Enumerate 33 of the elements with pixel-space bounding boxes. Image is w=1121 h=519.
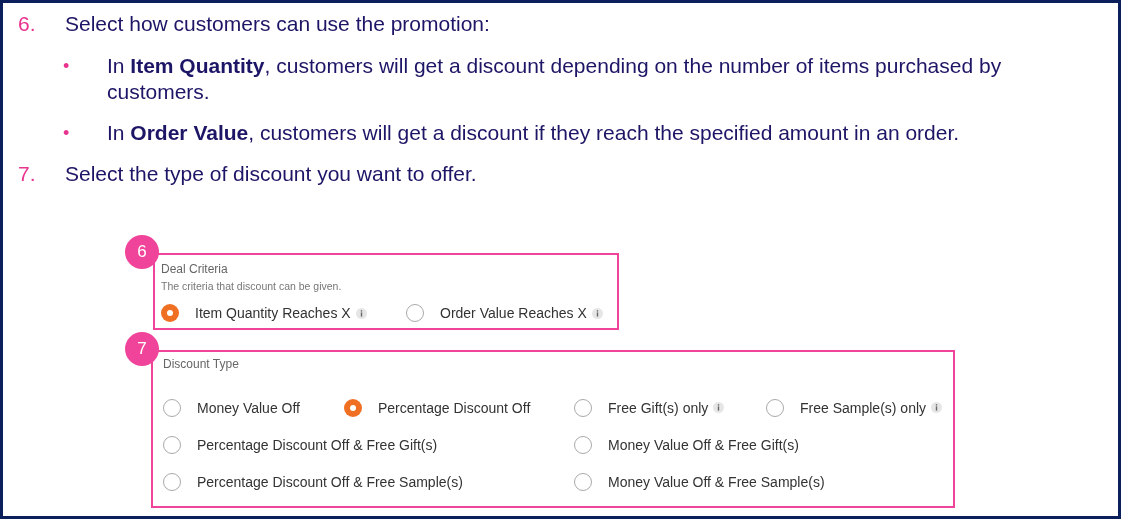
option-label[interactable]: Percentage Discount Off & Free Sample(s) — [197, 473, 463, 490]
step-number: 6. — [18, 11, 37, 37]
option-label[interactable]: Free Gift(s) only — [608, 399, 709, 416]
option-label[interactable]: Money Value Off — [197, 399, 300, 416]
option-label[interactable]: Free Sample(s) only — [800, 399, 927, 416]
step-badge: 7 — [125, 332, 159, 366]
option-label[interactable]: Percentage Discount Off — [378, 399, 531, 416]
bullet-text: In Order Value, customers will get a discount if they reach the specified amount in an order. — [107, 120, 960, 146]
option-label[interactable]: Percentage Discount Off & Free Gift(s) — [197, 436, 438, 453]
radio-button[interactable] — [163, 472, 181, 491]
radio-button[interactable] — [163, 435, 181, 454]
bullet: • — [63, 122, 71, 145]
option-label[interactable]: Money Value Off & Free Gift(s) — [608, 436, 799, 453]
radio-button[interactable] — [406, 304, 424, 322]
bullet-text: In Item Quantity, customers will get a discount depending on the number of items purchased by customers. — [107, 53, 1003, 105]
step-badge: 6 — [125, 235, 159, 269]
radio-button[interactable] — [344, 398, 362, 417]
section-title: Discount Type — [163, 356, 240, 372]
option-label[interactable]: Item Quantity Reaches X — [195, 305, 351, 321]
radio-button[interactable] — [161, 304, 179, 322]
radio-button[interactable] — [574, 398, 592, 417]
option-label[interactable]: Order Value Reaches X — [440, 305, 587, 321]
radio-button[interactable] — [163, 398, 181, 417]
radio-button[interactable] — [574, 435, 592, 454]
step-number: 7. — [18, 161, 37, 187]
section-subtitle: The criteria that discount can be given. — [161, 279, 343, 293]
option-label[interactable]: Money Value Off & Free Sample(s) — [608, 473, 825, 490]
step-text: Select how customers can use the promotion: — [65, 11, 490, 37]
radio-button[interactable] — [574, 472, 592, 491]
bullet: • — [63, 55, 71, 78]
section-title: Deal Criteria — [161, 261, 229, 277]
step-text: Select the type of discount you want to offer. — [65, 161, 477, 187]
radio-button[interactable] — [766, 398, 784, 417]
